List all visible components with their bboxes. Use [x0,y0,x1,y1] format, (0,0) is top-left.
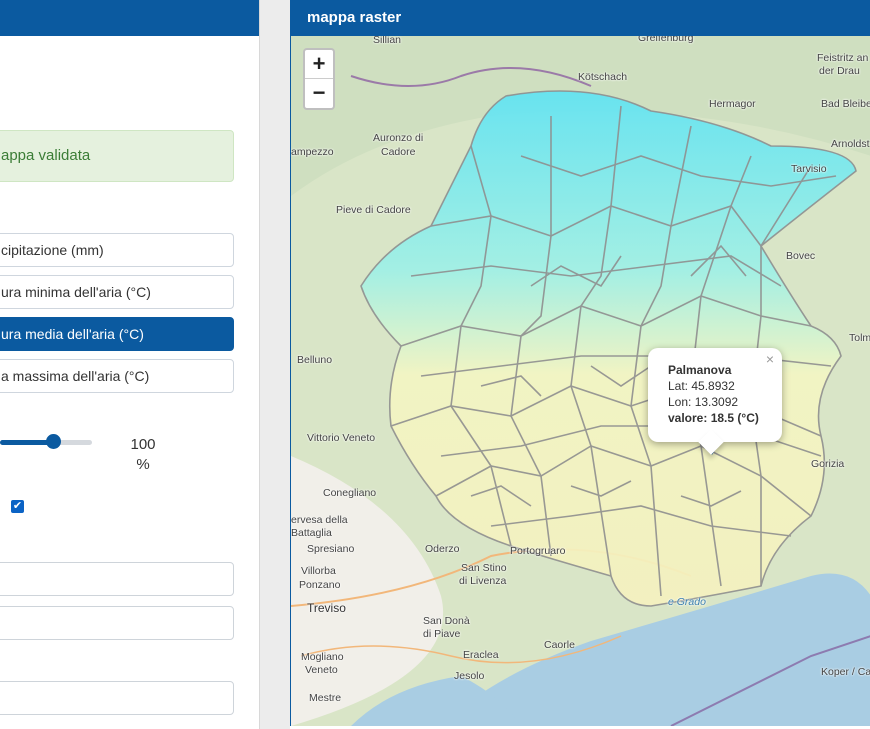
text-field-3[interactable] [0,681,234,715]
map-popup: × Palmanova Lat: 45.8932 Lon: 13.3092 va… [648,348,782,455]
validation-alert: appa validata [0,130,234,182]
place-label: der Drau [819,65,860,77]
place-label: Battaglia [291,527,332,539]
place-label: Tarvisio [791,163,827,175]
place-label: Conegliano [323,487,377,499]
opacity-value: 100 % [118,435,168,475]
place-label: Spresiano [307,543,355,555]
place-label: Caorle [544,639,575,651]
popup-value-label: valore: [668,411,708,425]
place-label: Mestre [309,692,342,704]
place-label: Jesolo [454,670,485,682]
place-label: Kötschach [578,71,628,83]
text-field-2[interactable] [0,606,234,640]
popup-value: 18.5 (°C) [710,411,759,425]
place-label: Gorizia [811,458,845,470]
place-label: Veneto [305,664,338,676]
place-label: Feistritz an [817,52,869,64]
place-label: di Piave [423,628,461,640]
place-label: San Donà [423,615,470,627]
popup-lat-label: Lat: [668,379,689,393]
place-label: Arnoldst [831,138,870,150]
place-label: Oderzo [425,543,460,555]
opacity-value-unit: % [136,456,150,473]
place-label: Vittorio Veneto [307,432,376,444]
popup-title: Palmanova [668,363,732,377]
place-label: Greifenburg [638,36,694,44]
variable-tmax-button[interactable]: a massima dell'aria (°C) [0,359,234,393]
place-label: Mogliano [301,651,344,663]
place-label: San Stino [461,562,507,574]
place-label: Koper / Ca [821,666,870,678]
place-label: Sillian [373,36,402,46]
variable-tmin-button[interactable]: ura minima dell'aria (°C) [0,275,234,309]
place-label: Eraclea [463,649,499,661]
variable-tmean-button[interactable]: ura media dell'aria (°C) [0,317,234,351]
place-label: Portogruaro [510,545,566,557]
place-label: Villorba [301,565,336,577]
variable-precipitation-button[interactable]: cipitazione (mm) [0,233,234,267]
text-field-1[interactable] [0,562,234,596]
popup-lon-label: Lon: [668,395,692,409]
place-label: Ponzano [299,579,341,591]
place-label: Auronzo di [373,132,424,144]
place-label: ervesa della [291,514,348,526]
zoom-control: + − [303,48,335,110]
place-label: ampezzo [291,146,334,158]
opacity-value-number: 100 [130,436,156,453]
place-label: Bovec [786,250,816,262]
map-panel-title: mappa raster [290,0,870,36]
place-label: Treviso [307,601,346,615]
control-panel: appa validata cipitazione (mm) ura minim… [0,0,260,729]
place-label: e Grado [668,596,706,608]
popup-lat-value: 45.8932 [691,379,735,393]
place-label: di Livenza [459,575,507,587]
map-panel: mappa raster Sillian Greifenburg Feistri… [290,0,870,729]
place-label: Cadore [381,146,416,158]
place-label: Hermagor [709,98,756,110]
place-label: Pieve di Cadore [336,204,411,216]
place-label: Belluno [297,354,333,366]
place-label: Tolm [849,332,870,344]
zoom-in-button[interactable]: + [305,50,333,79]
opacity-slider-handle[interactable] [46,434,61,449]
zoom-out-button[interactable]: − [305,79,333,108]
control-panel-header [0,0,259,36]
popup-lon-value: 13.3092 [694,395,739,409]
raster-map[interactable]: Sillian Greifenburg Feistritz an der Dra… [290,36,870,726]
layer-checkbox[interactable]: ✔ [11,500,24,513]
place-label: Bad Bleibe [821,98,870,110]
